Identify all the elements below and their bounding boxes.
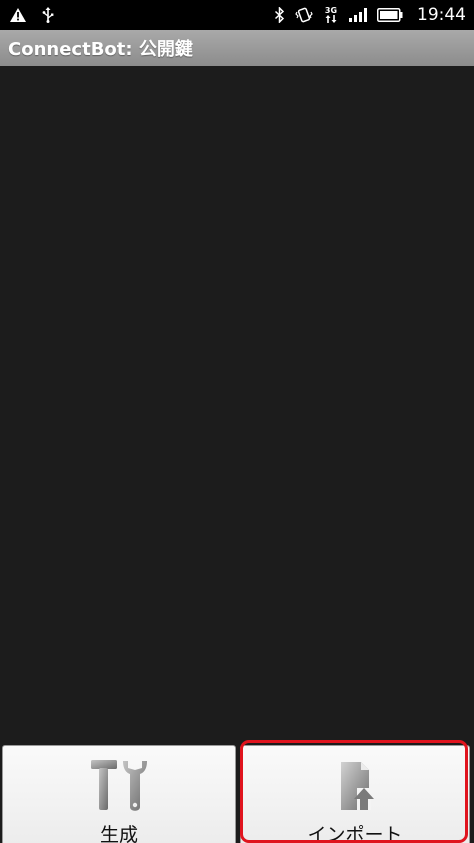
- title-bar: ConnectBot: 公開鍵: [0, 30, 474, 66]
- warning-icon: [10, 8, 26, 22]
- import-button[interactable]: インポート: [240, 745, 470, 843]
- bluetooth-icon: [274, 6, 285, 24]
- status-time: 19:44: [417, 5, 466, 25]
- status-bar: 3G 19:44: [0, 0, 474, 30]
- tools-icon: [89, 758, 149, 814]
- key-list-area: [0, 66, 474, 742]
- screen: 3G 19:44 ConnectBot: 公開鍵 生成 インポート: [0, 0, 474, 843]
- generate-button[interactable]: 生成: [2, 745, 236, 843]
- generate-button-label: 生成: [99, 824, 138, 843]
- network-3g-icon: 3G: [323, 6, 339, 24]
- bottom-button-bar: 生成 インポート: [0, 742, 474, 843]
- file-upload-icon: [327, 758, 383, 814]
- signal-icon: [349, 8, 367, 22]
- import-button-label: インポート: [307, 824, 403, 843]
- page-title: ConnectBot: 公開鍵: [8, 39, 193, 60]
- svg-text:3G: 3G: [325, 6, 337, 15]
- vibrate-icon: [295, 7, 313, 23]
- usb-icon: [42, 7, 54, 23]
- battery-icon: [377, 8, 403, 22]
